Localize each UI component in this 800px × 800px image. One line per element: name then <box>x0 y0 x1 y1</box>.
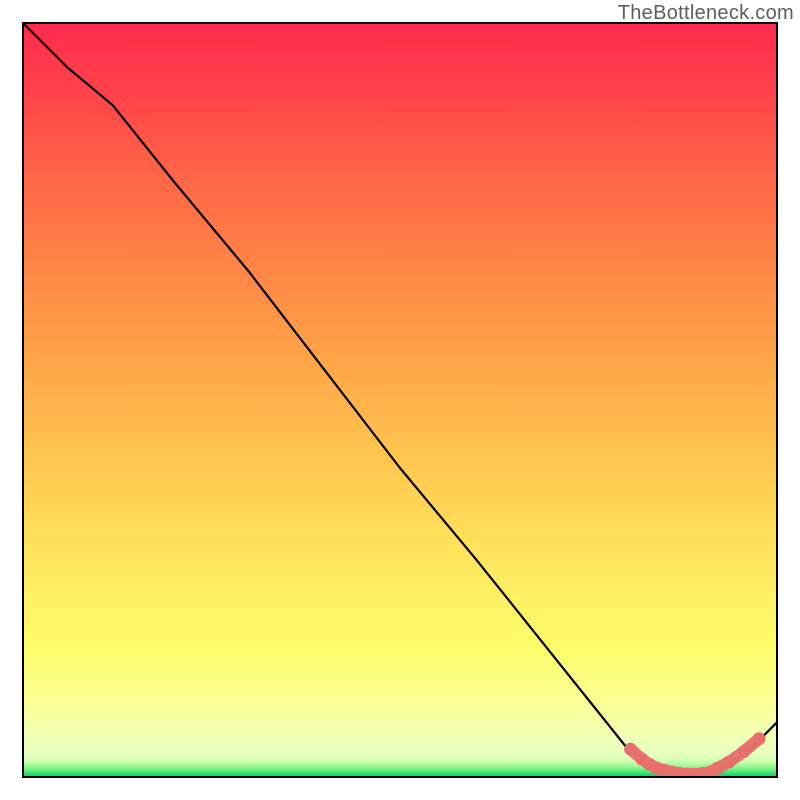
chart-gradient-background <box>22 22 778 778</box>
chart-container: TheBottleneck.com <box>0 0 800 800</box>
attribution-text: TheBottleneck.com <box>618 2 794 25</box>
